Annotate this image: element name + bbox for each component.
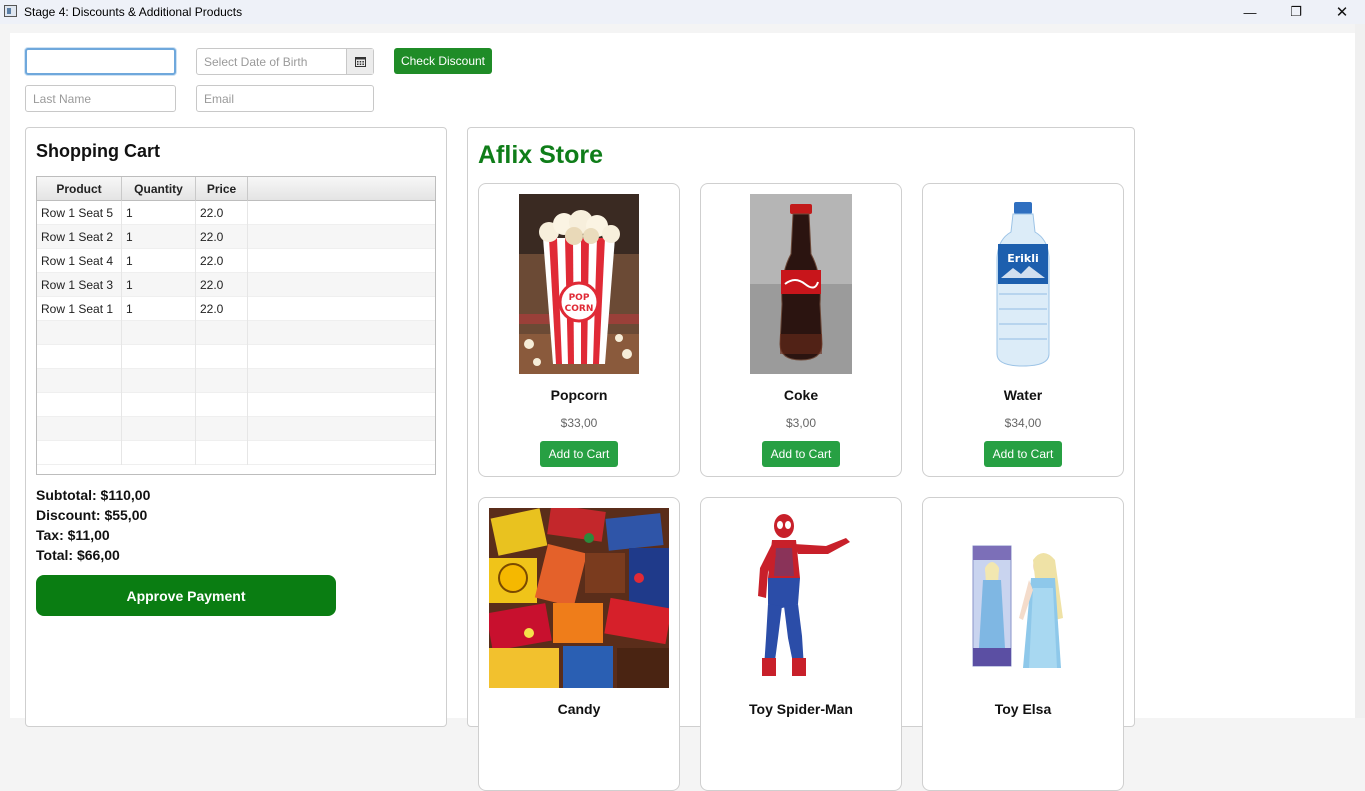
empty-row [37, 417, 435, 441]
product-card-popcorn: POP CORN Popcorn $33,00 Add to Cart [478, 183, 680, 477]
cart-title: Shopping Cart [36, 141, 160, 161]
popcorn-box-text-1: POP [569, 293, 590, 303]
product-price: $34,00 [1004, 416, 1042, 430]
minimize-button[interactable]: — [1227, 0, 1273, 24]
discount-text: Discount: $55,00 [36, 507, 148, 523]
elsa-image [923, 508, 1123, 688]
cell-quantity: 1 [122, 297, 196, 321]
candy-image [479, 508, 679, 688]
add-to-cart-button[interactable]: Add to Cart [540, 441, 618, 467]
total-text: Total: $66,00 [36, 547, 120, 563]
last-name-input[interactable] [25, 85, 176, 112]
date-of-birth-input[interactable] [197, 49, 347, 74]
table-row[interactable]: Row 1 Seat 1 1 22.0 [37, 297, 435, 321]
product-card-spiderman: Toy Spider-Man [700, 497, 902, 791]
table-row[interactable]: Row 1 Seat 5 1 22.0 [37, 201, 435, 225]
calendar-icon[interactable] [346, 49, 373, 74]
cell-empty [248, 297, 435, 321]
email-input[interactable] [196, 85, 374, 112]
product-name: Popcorn [550, 387, 608, 403]
cell-quantity: 1 [122, 225, 196, 249]
cell-empty [248, 225, 435, 249]
product-name: Toy Spider-Man [749, 701, 853, 717]
cell-product: Row 1 Seat 3 [37, 273, 122, 297]
first-name-input[interactable] [25, 48, 176, 75]
cell-empty [248, 201, 435, 225]
cell-price: 22.0 [196, 249, 248, 273]
close-button[interactable]: ✕ [1319, 0, 1365, 24]
empty-row [37, 393, 435, 417]
cell-price: 22.0 [196, 273, 248, 297]
cell-product: Row 1 Seat 5 [37, 201, 122, 225]
cell-quantity: 1 [122, 273, 196, 297]
product-card-candy: Candy [478, 497, 680, 791]
approve-payment-button[interactable]: Approve Payment [36, 575, 336, 616]
subtotal-text: Subtotal: $110,00 [36, 487, 151, 503]
tax-text: Tax: $11,00 [36, 527, 110, 543]
cell-product: Row 1 Seat 4 [37, 249, 122, 273]
water-label-text: Erikli [1007, 252, 1039, 265]
product-name: Coke [783, 387, 819, 403]
product-price: $33,00 [560, 416, 598, 430]
maximize-button[interactable]: ❐ [1273, 0, 1319, 24]
spiderman-image [701, 508, 901, 688]
product-card-water: Erikli Water $34,00 Add to Cart [922, 183, 1124, 477]
product-price: $3,00 [785, 416, 817, 430]
window-titlebar: Stage 4: Discounts & Additional Products… [0, 0, 1365, 24]
cell-price: 22.0 [196, 297, 248, 321]
add-to-cart-button[interactable]: Add to Cart [762, 441, 840, 467]
table-row[interactable]: Row 1 Seat 3 1 22.0 [37, 273, 435, 297]
popcorn-image: POP CORN [479, 194, 679, 374]
cell-price: 22.0 [196, 201, 248, 225]
store-title: Aflix Store [478, 141, 604, 169]
cell-price: 22.0 [196, 225, 248, 249]
date-of-birth-picker[interactable] [196, 48, 374, 75]
empty-row [37, 321, 435, 345]
column-header-product[interactable]: Product [37, 177, 122, 201]
cell-quantity: 1 [122, 249, 196, 273]
cell-product: Row 1 Seat 2 [37, 225, 122, 249]
cell-product: Row 1 Seat 1 [37, 297, 122, 321]
column-header-quantity[interactable]: Quantity [122, 177, 196, 201]
column-header-filler [248, 177, 435, 201]
column-header-price[interactable]: Price [196, 177, 248, 201]
table-header: Product Quantity Price [37, 177, 435, 201]
app-icon [4, 5, 17, 17]
popcorn-box-text-2: CORN [565, 304, 594, 314]
table-row[interactable]: Row 1 Seat 2 1 22.0 [37, 225, 435, 249]
window-edge [1355, 24, 1365, 718]
product-name: Toy Elsa [994, 701, 1052, 717]
cart-table[interactable]: Product Quantity Price Row 1 Seat 5 1 22… [36, 176, 436, 475]
cell-empty [248, 249, 435, 273]
empty-row [37, 441, 435, 465]
water-image: Erikli [923, 194, 1123, 374]
cell-quantity: 1 [122, 201, 196, 225]
empty-row [37, 345, 435, 369]
coke-image [701, 194, 901, 374]
product-name: Water [1003, 387, 1043, 403]
product-card-coke: Coke $3,00 Add to Cart [700, 183, 902, 477]
empty-row [37, 369, 435, 393]
check-discount-button[interactable]: Check Discount [394, 48, 492, 74]
add-to-cart-button[interactable]: Add to Cart [984, 441, 1062, 467]
table-row[interactable]: Row 1 Seat 4 1 22.0 [37, 249, 435, 273]
window-title: Stage 4: Discounts & Additional Products [24, 5, 243, 19]
product-card-elsa: Toy Elsa [922, 497, 1124, 791]
cell-empty [248, 273, 435, 297]
product-name: Candy [557, 701, 601, 717]
